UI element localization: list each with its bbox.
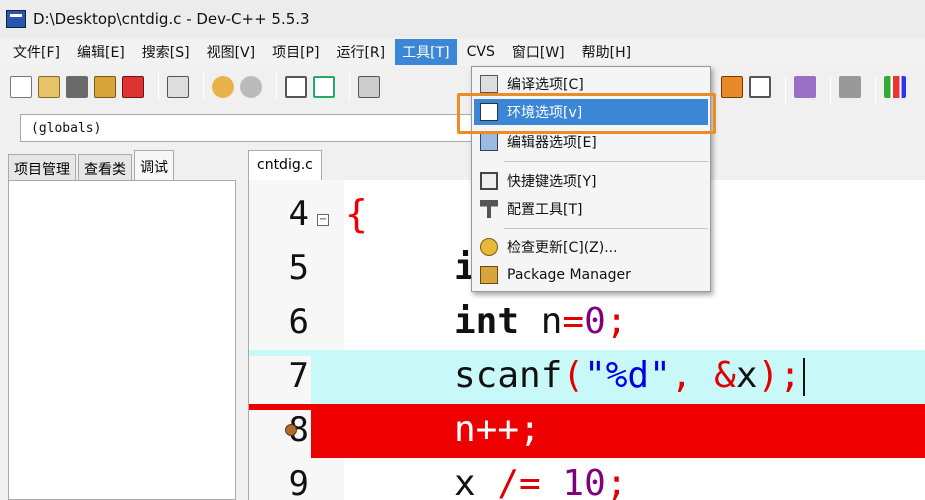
code-text: {	[345, 192, 368, 236]
close-file-icon[interactable]	[122, 76, 144, 98]
toolbar-separator	[349, 73, 350, 101]
left-panel	[8, 180, 236, 500]
window-title: D:\Desktop\cntdig.c - Dev-C++ 5.5.3	[33, 10, 310, 28]
check-updates-icon	[480, 238, 498, 256]
package-manager-icon	[480, 266, 498, 284]
menu-search[interactable]: 搜索[S]	[135, 39, 197, 65]
code-text: x /= 10;	[454, 463, 628, 500]
class-browser-icon[interactable]	[749, 76, 771, 98]
menu-item-label: 编辑器选项[E]	[507, 135, 597, 151]
line-number: 9	[249, 464, 311, 500]
code-text: int n=0;	[454, 301, 628, 342]
title-bar: D:\Desktop\cntdig.c - Dev-C++ 5.5.3	[0, 0, 925, 38]
goto-line-icon[interactable]	[358, 76, 380, 98]
line-number: 8	[249, 410, 311, 458]
menu-item-package-manager[interactable]: Package Manager	[474, 262, 708, 288]
text-cursor	[802, 358, 805, 396]
redo-icon[interactable]	[240, 76, 262, 98]
code-line: 6 int n=0;	[249, 296, 925, 350]
menu-project[interactable]: 项目[P]	[265, 39, 326, 65]
current-code-line: 7 scanf("%d", &x);	[249, 350, 925, 404]
print-icon[interactable]	[167, 76, 189, 98]
code-text: scanf("%d", &x);	[454, 354, 805, 398]
breakpoint-icon[interactable]	[285, 424, 297, 436]
check-syntax-icon[interactable]	[794, 76, 816, 98]
toolbar-separator	[203, 73, 204, 101]
menu-item-shortcut-options[interactable]: 快捷键选项[Y]	[474, 168, 708, 194]
tab-class-view[interactable]: 查看类	[78, 154, 132, 180]
annotation-highlight-box	[457, 93, 716, 134]
menu-cvs[interactable]: CVS	[460, 41, 502, 63]
find-icon[interactable]	[285, 76, 307, 98]
menu-tools[interactable]: 工具[T]	[395, 39, 457, 65]
toolbar-separator	[276, 73, 277, 101]
fold-toggle-icon[interactable]: −	[317, 214, 329, 226]
menu-item-configure-tools[interactable]: 配置工具[T]	[474, 196, 708, 222]
menu-help[interactable]: 帮助[H]	[575, 39, 638, 65]
toolbar-separator	[158, 73, 159, 101]
code-line: 9 x /= 10;	[249, 458, 925, 500]
editor-tabs: cntdig.c	[248, 150, 322, 180]
tab-cntdig[interactable]: cntdig.c	[248, 150, 322, 180]
menu-file[interactable]: 文件[F]	[6, 39, 67, 65]
line-number: 6	[249, 302, 311, 350]
shortcut-options-icon	[480, 172, 498, 190]
tab-debug[interactable]: 调试	[134, 150, 174, 180]
menu-window[interactable]: 窗口[W]	[505, 39, 572, 65]
stop-icon[interactable]	[839, 76, 861, 98]
save-all-icon[interactable]	[94, 76, 116, 98]
menu-separator	[504, 228, 708, 229]
menu-separator	[504, 161, 708, 162]
menu-item-label: Package Manager	[507, 267, 631, 283]
editor-options-icon	[480, 133, 498, 151]
menu-item-check-updates[interactable]: 检查更新[C](Z)...	[474, 234, 708, 260]
line-number: 5	[249, 248, 311, 296]
code-text: n++;	[454, 409, 541, 450]
menu-view[interactable]: 视图[V]	[200, 39, 263, 65]
compile-options-icon	[480, 75, 498, 93]
toolbar-separator	[830, 76, 831, 104]
menu-item-label: 快捷键选项[Y]	[507, 174, 597, 190]
devcpp-app-icon	[6, 10, 26, 28]
line-number: 7	[249, 356, 311, 404]
toolbar-separator	[785, 76, 786, 104]
profile-chart-icon[interactable]	[884, 76, 906, 98]
toolbar-separator	[875, 76, 876, 104]
scope-selector[interactable]: (globals)	[20, 114, 490, 142]
tab-project-manager[interactable]: 项目管理	[8, 154, 76, 180]
menu-edit[interactable]: 编辑[E]	[70, 39, 132, 65]
undo-icon[interactable]	[212, 76, 234, 98]
save-icon[interactable]	[66, 76, 88, 98]
left-panel-tabs: 项目管理 查看类 调试	[8, 150, 176, 180]
open-file-icon[interactable]	[38, 76, 60, 98]
configure-tools-icon	[480, 200, 498, 218]
menu-bar: 文件[F] 编辑[E] 搜索[S] 视图[V] 项目[P] 运行[R] 工具[T…	[0, 38, 925, 66]
menu-item-label: 编译选项[C]	[507, 77, 584, 93]
menu-item-label: 检查更新[C](Z)...	[507, 240, 618, 256]
menu-run[interactable]: 运行[R]	[329, 39, 392, 65]
new-file-icon[interactable]	[10, 76, 32, 98]
replace-icon[interactable]	[313, 76, 335, 98]
project-options-icon[interactable]	[721, 76, 743, 98]
line-number: 4	[249, 194, 311, 242]
menu-item-label: 配置工具[T]	[507, 202, 583, 218]
breakpoint-code-line: 8 n++;	[249, 404, 925, 458]
